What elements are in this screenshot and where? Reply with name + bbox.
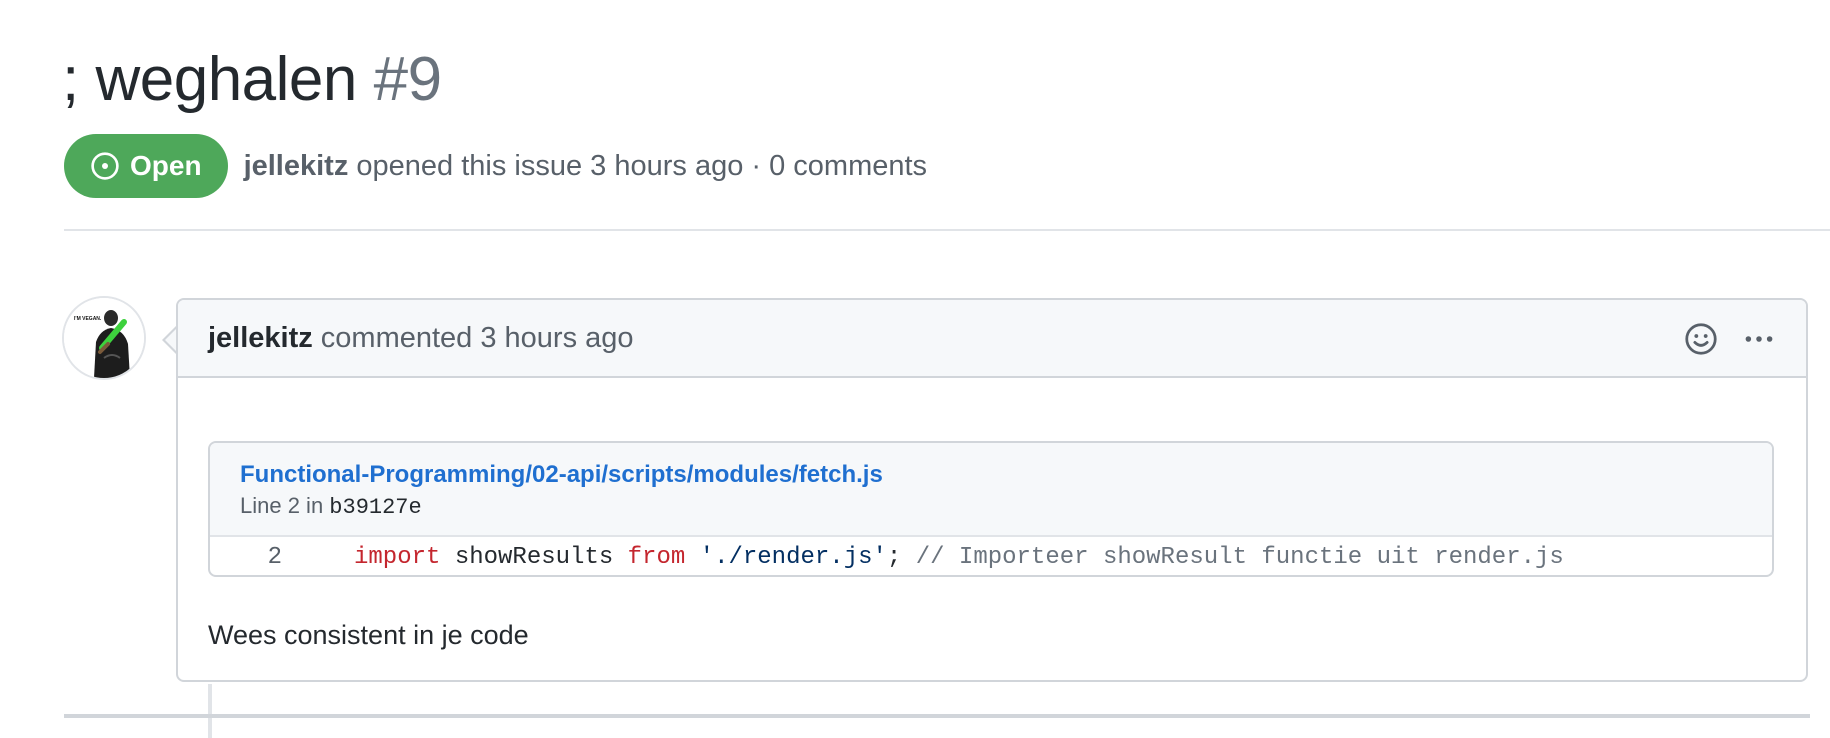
- kebab-horizontal-icon: [1745, 336, 1773, 342]
- code-comment: // Importeer showResult functie uit rend…: [901, 543, 1564, 571]
- issue-opened-text: opened this issue 3 hours ago · 0 commen…: [356, 149, 928, 182]
- snippet-line-info: Line 2 in b39127e: [240, 491, 1772, 523]
- issue-page: ; weghalen #9 Open jellekitz opened this…: [0, 0, 1830, 738]
- timeline-divider: [64, 714, 1810, 718]
- issue-meta-text: jellekitz opened this issue 3 hours ago …: [244, 150, 928, 183]
- code-punctuation: ;: [886, 543, 902, 571]
- code-permalink-snippet: Functional-Programming/02-api/scripts/mo…: [208, 441, 1774, 577]
- issue-opened-icon: [91, 152, 119, 180]
- issue-title: ; weghalen #9: [62, 40, 442, 120]
- state-badge: Open: [64, 134, 228, 198]
- comment-header: jellekitz commented 3 hours ago: [178, 300, 1806, 378]
- smiley-icon: [1685, 323, 1717, 355]
- code-string: './render.js': [699, 543, 887, 571]
- state-label: Open: [130, 150, 202, 181]
- code-identifier: showResults: [440, 543, 628, 571]
- snippet-header: Functional-Programming/02-api/scripts/mo…: [210, 443, 1772, 537]
- comment-timestamp[interactable]: commented 3 hours ago: [321, 322, 634, 355]
- avatar-image: I'M VEGAN.: [64, 298, 144, 378]
- code-keyword-from: from: [627, 543, 686, 571]
- comment-actions: [1682, 320, 1778, 358]
- add-reaction-button[interactable]: [1682, 320, 1720, 358]
- timeline-connector: [208, 684, 212, 738]
- avatar[interactable]: I'M VEGAN.: [62, 296, 146, 380]
- comment-options-button[interactable]: [1740, 320, 1778, 358]
- issue-author-link[interactable]: jellekitz: [244, 150, 349, 182]
- snippet-line-prefix: Line 2 in: [240, 493, 330, 518]
- comment-card: jellekitz commented 3 hours ago Function…: [176, 298, 1808, 682]
- comment-author-link[interactable]: jellekitz: [208, 322, 313, 355]
- snippet-commit-link[interactable]: b39127e: [329, 495, 421, 520]
- avatar-logo-text: I'M VEGAN.: [74, 316, 102, 322]
- issue-number: #9: [373, 45, 442, 114]
- code-line: 2 import showResults from './render.js';…: [210, 537, 1772, 575]
- code-keyword-import: import: [354, 543, 441, 571]
- issue-meta: Open jellekitz opened this issue 3 hours…: [64, 134, 927, 198]
- snippet-file-link[interactable]: Functional-Programming/02-api/scripts/mo…: [240, 459, 1772, 491]
- code-line-number[interactable]: 2: [210, 544, 282, 571]
- header-divider: [64, 229, 1830, 231]
- comment-body-text: Wees consistent in je code: [208, 620, 529, 650]
- code-line-content: import showResults from './render.js'; /…: [354, 544, 1564, 571]
- issue-title-text: ; weghalen: [62, 45, 357, 114]
